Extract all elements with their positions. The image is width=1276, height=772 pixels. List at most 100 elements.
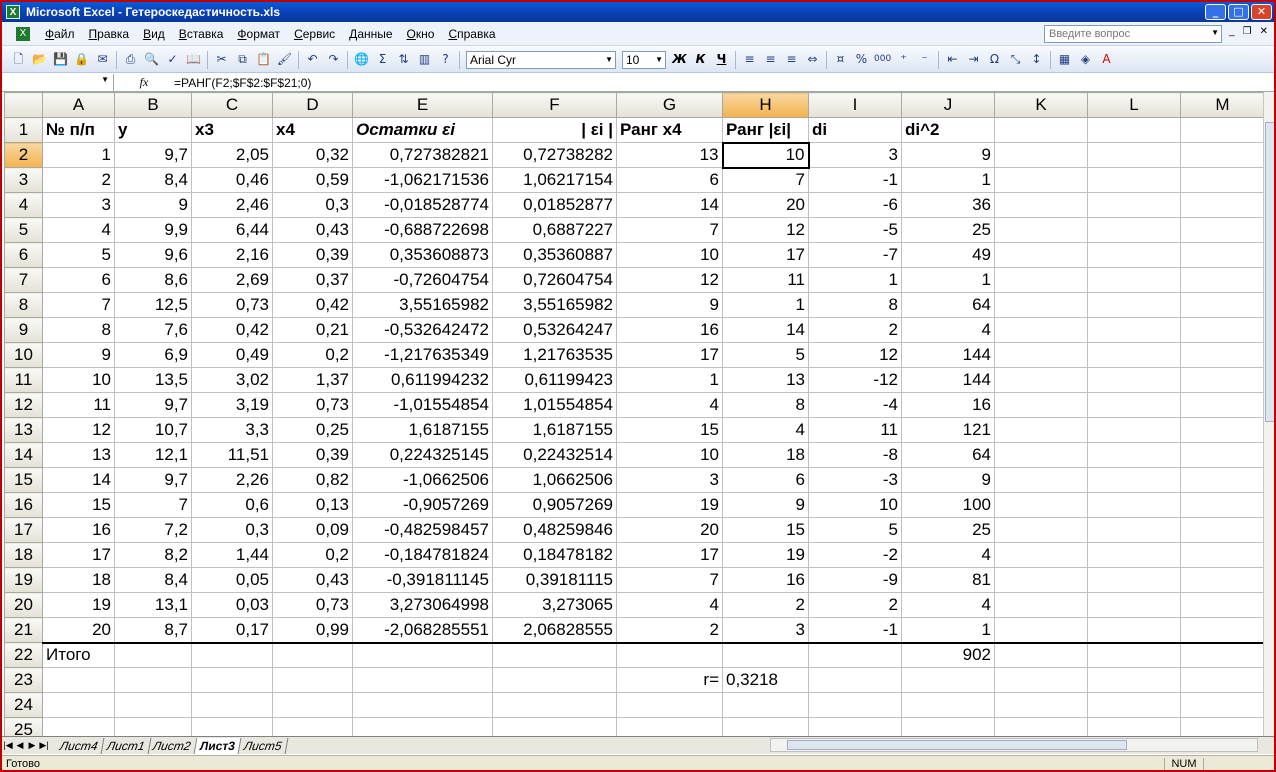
cell[interactable]: [492, 667, 617, 693]
data-cell[interactable]: 0,99: [272, 617, 353, 644]
data-cell[interactable]: 0,46: [191, 167, 273, 193]
data-cell[interactable]: 64: [901, 442, 995, 468]
cell[interactable]: [1087, 217, 1181, 243]
cell[interactable]: [1087, 667, 1181, 693]
cell[interactable]: [808, 667, 902, 693]
maximize-button[interactable]: □: [1228, 4, 1249, 20]
data-cell[interactable]: 11,51: [191, 442, 273, 468]
tab-sheet-1[interactable]: Лист4: [54, 737, 104, 754]
data-cell[interactable]: 1: [616, 367, 723, 393]
print-icon[interactable]: ⎙: [122, 51, 139, 68]
cell[interactable]: [994, 117, 1088, 143]
select-all-corner[interactable]: [4, 92, 43, 118]
data-cell[interactable]: 2: [616, 617, 723, 644]
menu-4[interactable]: Вставка: [172, 27, 231, 41]
data-cell[interactable]: 1,6187155: [492, 417, 617, 443]
data-cell[interactable]: 4: [901, 542, 995, 568]
column-header-K[interactable]: K: [994, 92, 1088, 118]
cell[interactable]: [994, 542, 1088, 568]
data-cell[interactable]: 0,39181115: [492, 567, 617, 593]
data-cell[interactable]: 0,39: [272, 442, 353, 468]
align-center-icon[interactable]: ≡: [762, 51, 779, 68]
data-cell[interactable]: 17: [722, 242, 809, 268]
data-cell[interactable]: 0,82: [272, 467, 353, 493]
data-cell[interactable]: 19: [42, 592, 115, 618]
data-cell[interactable]: 10: [808, 492, 902, 518]
cell[interactable]: [272, 667, 353, 693]
r-value[interactable]: 0,3218: [722, 667, 809, 693]
font-name-select[interactable]: Arial Cyr ▼: [466, 50, 616, 69]
data-cell[interactable]: 3: [616, 467, 723, 493]
cell[interactable]: [272, 692, 353, 718]
row-header[interactable]: 2: [4, 142, 43, 168]
data-cell[interactable]: -2: [808, 542, 902, 568]
row-header[interactable]: 19: [4, 567, 43, 593]
cell[interactable]: [994, 142, 1088, 168]
cell[interactable]: [492, 642, 617, 668]
data-cell[interactable]: 6: [722, 467, 809, 493]
prev-sheet-icon[interactable]: ◀: [14, 740, 26, 751]
data-cell[interactable]: 1,0662506: [492, 467, 617, 493]
data-cell[interactable]: -1,0662506: [352, 467, 493, 493]
row-header[interactable]: 9: [4, 317, 43, 343]
data-cell[interactable]: -0,482598457: [352, 517, 493, 543]
cell[interactable]: [1087, 592, 1181, 618]
data-cell[interactable]: 1,06217154: [492, 167, 617, 193]
fill-color-icon[interactable]: ◈: [1077, 51, 1094, 68]
row-header[interactable]: 13: [4, 417, 43, 443]
data-cell[interactable]: 1,21763535: [492, 342, 617, 368]
data-cell[interactable]: 0,43: [272, 567, 353, 593]
column-header-F[interactable]: F: [492, 92, 617, 118]
column-header-E[interactable]: E: [352, 92, 493, 118]
data-cell[interactable]: 9: [901, 142, 995, 168]
align-left-icon[interactable]: ≡: [741, 51, 758, 68]
data-cell[interactable]: 5: [722, 342, 809, 368]
underline-button[interactable]: Ч: [713, 51, 730, 68]
header-cell[interactable]: Ранг x4: [616, 117, 723, 143]
scroll-thumb[interactable]: [1265, 122, 1274, 422]
data-cell[interactable]: 0,53264247: [492, 317, 617, 343]
permission-icon[interactable]: 🔒: [73, 51, 90, 68]
row-header[interactable]: 17: [4, 517, 43, 543]
data-cell[interactable]: 6,9: [114, 342, 192, 368]
data-cell[interactable]: 13: [616, 142, 723, 168]
header-cell[interactable]: | εi |: [492, 117, 617, 143]
cell[interactable]: [722, 692, 809, 718]
data-cell[interactable]: -1,217635349: [352, 342, 493, 368]
header-cell[interactable]: y: [114, 117, 192, 143]
data-cell[interactable]: 2: [42, 167, 115, 193]
cell[interactable]: [994, 242, 1088, 268]
row-header[interactable]: 20: [4, 592, 43, 618]
data-cell[interactable]: 0,17: [191, 617, 273, 644]
data-cell[interactable]: 4: [616, 592, 723, 618]
data-cell[interactable]: 7: [114, 492, 192, 518]
data-cell[interactable]: 15: [722, 517, 809, 543]
data-cell[interactable]: 12,5: [114, 292, 192, 318]
data-cell[interactable]: 14: [722, 317, 809, 343]
data-cell[interactable]: 8,6: [114, 267, 192, 293]
data-cell[interactable]: 0,37: [272, 267, 353, 293]
data-cell[interactable]: -2,068285551: [352, 617, 493, 644]
data-cell[interactable]: 9: [722, 492, 809, 518]
menu-3[interactable]: Вид: [136, 27, 172, 41]
cell[interactable]: [901, 692, 995, 718]
data-cell[interactable]: -1,062171536: [352, 167, 493, 193]
data-cell[interactable]: 64: [901, 292, 995, 318]
cell[interactable]: [901, 667, 995, 693]
data-cell[interactable]: 3,273065: [492, 592, 617, 618]
data-cell[interactable]: 12: [808, 342, 902, 368]
data-cell[interactable]: 4: [901, 592, 995, 618]
column-header-H[interactable]: H: [722, 92, 809, 118]
cell[interactable]: [994, 642, 1088, 668]
cell[interactable]: [1087, 367, 1181, 393]
undo-icon[interactable]: ↶: [304, 51, 321, 68]
cell[interactable]: [1180, 167, 1265, 193]
data-cell[interactable]: 4: [722, 417, 809, 443]
decrease-decimal-icon[interactable]: ⁻: [916, 51, 933, 68]
row-header[interactable]: 12: [4, 392, 43, 418]
cell[interactable]: [1180, 417, 1265, 443]
cell[interactable]: [1087, 617, 1181, 644]
cell[interactable]: [1180, 317, 1265, 343]
total-value[interactable]: 902: [901, 642, 995, 668]
data-cell[interactable]: 9,6: [114, 242, 192, 268]
